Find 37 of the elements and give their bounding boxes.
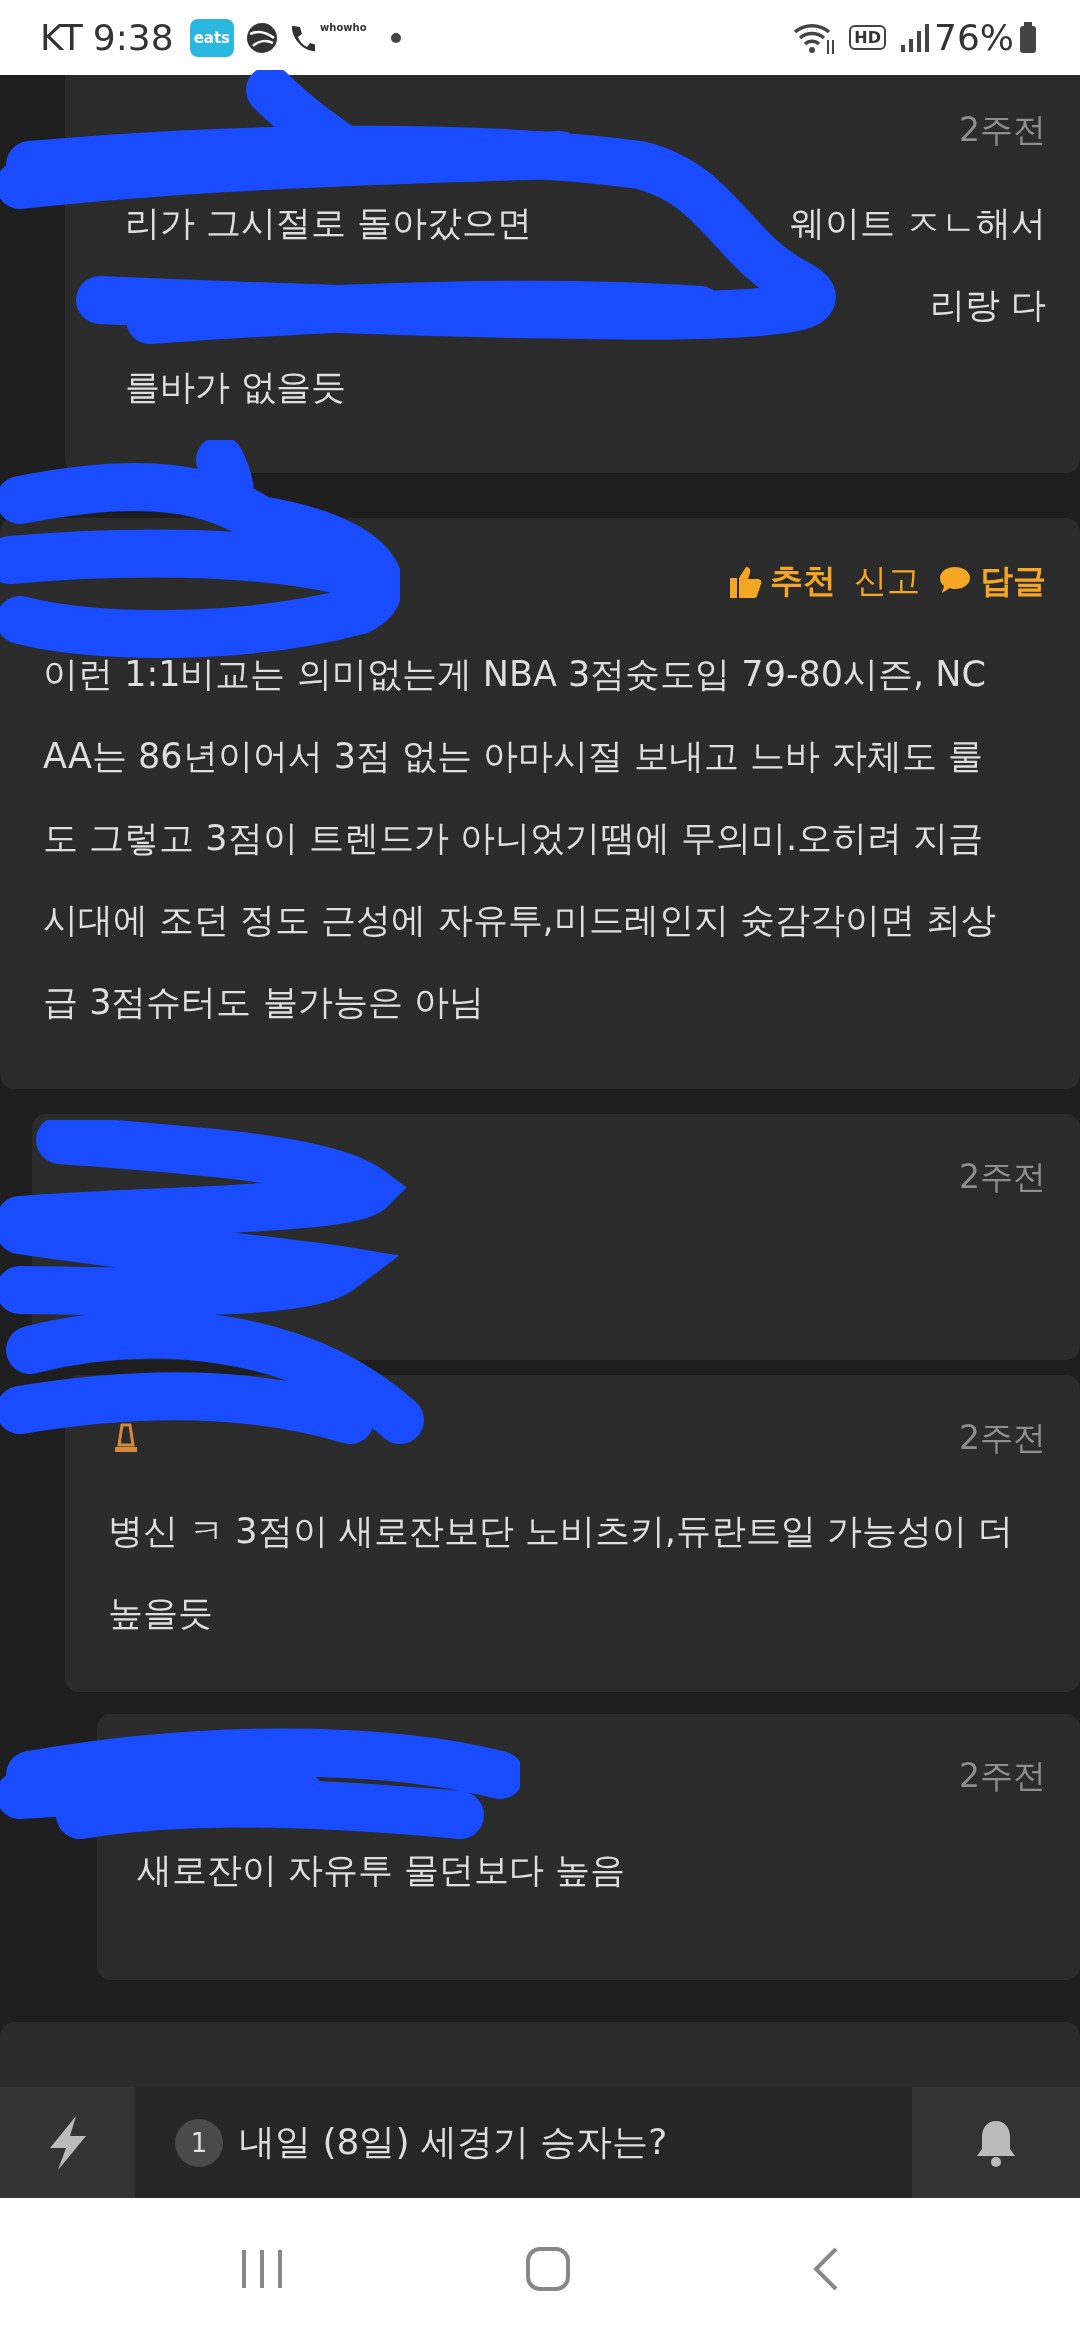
notification-button[interactable] <box>912 2087 1080 2198</box>
carrier-label: KT <box>40 17 83 58</box>
comment-text: 높을듯 <box>108 1592 213 1636</box>
back-icon[interactable] <box>813 2246 839 2292</box>
lightning-button[interactable] <box>0 2087 135 2198</box>
ball-icon <box>245 20 280 55</box>
comment-text: 시대에 조던 정도 근성에 자유투,미드레인지 슛감각이면 최상 <box>43 899 996 943</box>
comment-text: 이런 1:1비교는 의미없는게 NBA 3점슛도입 79-80시즌, NC <box>43 653 986 697</box>
recent-apps-icon[interactable] <box>241 2248 283 2290</box>
signal-icon <box>899 22 929 53</box>
report-button[interactable]: 신고 <box>854 558 920 604</box>
battery-icon <box>1019 21 1037 54</box>
comment-text: 급 3점슈터도 불가능은 아님 <box>43 981 484 1025</box>
home-icon[interactable] <box>525 2246 571 2292</box>
timestamp: 2주전 <box>959 1155 1046 1198</box>
comment-text: 새로잔이 자유투 물던보다 높음 <box>137 1848 626 1892</box>
call-app-label: whowho <box>320 22 367 33</box>
timestamp: 2주전 <box>959 1416 1046 1459</box>
comment-text: 병신 ㅋ 3점이 새로잔보단 노비츠키,듀란트일 가능성이 더 <box>108 1510 1014 1554</box>
app-notification-icon: eats <box>189 18 235 57</box>
headline-link[interactable]: 내일 (8일) 세경기 승자는? <box>239 2118 668 2167</box>
comment-text: 리가 그시절로 돌아갔으면 <box>125 202 533 245</box>
battery-percentage: 76% <box>934 17 1014 58</box>
hd-voice-label: HD <box>849 25 886 50</box>
comment-text: 도 그렇고 3점이 트렌드가 아니었기땜에 무의미.오히려 지금 <box>43 817 984 861</box>
timestamp: 2주전 <box>959 1755 1046 1798</box>
comment-text: AA는 86년이어서 3점 없는 아마시절 보내고 느바 자체도 룰 <box>43 735 983 779</box>
comment-text: 웨이트 ㅈㄴ해서 <box>789 202 1046 245</box>
recommend-button[interactable]: 추천 <box>728 558 836 604</box>
thumbs-up-icon <box>728 564 762 599</box>
timestamp: 2주전 <box>959 108 1046 151</box>
clock: 9:38 <box>92 17 174 58</box>
reply-button[interactable]: 답글 <box>938 558 1046 604</box>
comment-text: 리랑 다 <box>929 284 1046 327</box>
rank-badge: 1 <box>175 2118 223 2167</box>
comment-text: 를바가 없을듯 <box>125 366 347 409</box>
dot-icon <box>389 31 402 44</box>
